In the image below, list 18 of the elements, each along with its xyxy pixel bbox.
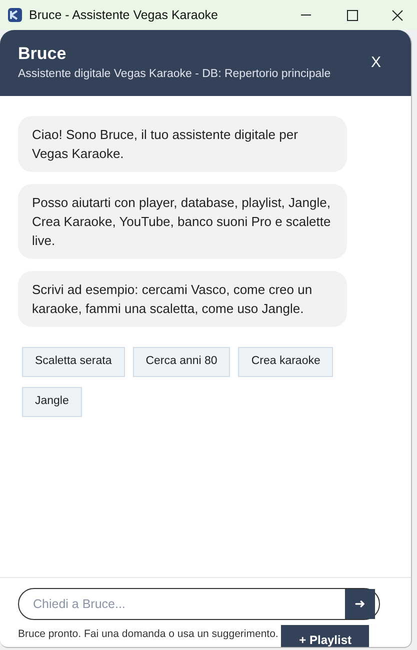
close-icon[interactable] (392, 10, 403, 20)
assistant-name: Bruce (18, 44, 68, 64)
suggestion-chip[interactable]: Scaletta serata (22, 347, 125, 377)
maximize-icon[interactable] (347, 10, 358, 20)
chat-input[interactable]: Chiedi a Bruce... ➜ (18, 588, 380, 620)
send-button[interactable]: ➜ (345, 589, 375, 619)
add-to-playlist-button[interactable]: + Playlist (281, 625, 370, 647)
close-button[interactable]: X (370, 52, 381, 74)
app-logo-icon (8, 8, 22, 22)
chat-message: Scrivi ad esempio: cercami Vasco, come creo un karaoke, fammi una scaletta, come uso Jangle. (18, 271, 347, 327)
chat-message: Posso aiutarti con player, database, playlist, Jangle, Crea Karaoke, YouTube, banco suoni Pro e scalette live. (18, 184, 347, 259)
suggestion-chip[interactable]: Cerca anni 80 (132, 347, 230, 377)
suggestion-chip[interactable]: Crea karaoke (238, 347, 334, 377)
status-text: Bruce pronto. Fai una domanda o usa un suggerimento. (18, 627, 278, 642)
window-title: Bruce - Assistente Vegas Karaoke (29, 6, 218, 24)
assistant-subtitle: Assistente digitale Vegas Karaoke - DB: Repertorio principale (18, 67, 331, 82)
suggestion-chip[interactable]: Jangle (22, 387, 82, 417)
chat-message: Ciao! Sono Bruce, il tuo assistente digitale per Vegas Karaoke. (18, 116, 347, 172)
